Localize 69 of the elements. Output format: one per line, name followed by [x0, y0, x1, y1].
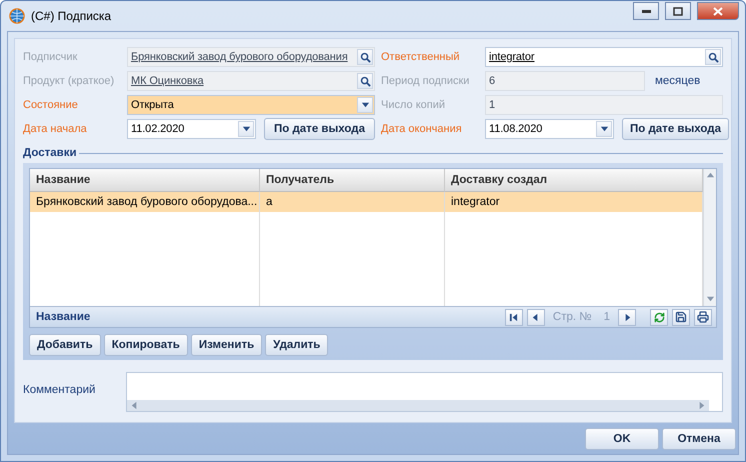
toolbar-button[interactable]: Копировать	[104, 334, 188, 356]
field-label: Продукт (краткое)	[23, 75, 116, 87]
field-label: Число копий	[381, 99, 446, 111]
refresh-icon	[654, 312, 664, 322]
scroll-right-icon	[697, 401, 706, 410]
toolbar-button[interactable]: Изменить	[190, 334, 262, 356]
unit-label: месяцев	[654, 75, 702, 87]
globe-icon	[9, 8, 25, 24]
minimize-icon	[642, 10, 650, 12]
printer-icon	[697, 311, 709, 323]
search-icon	[360, 52, 370, 62]
table-cell[interactable]: Брянковский завод бурового оборудова...	[30, 192, 260, 212]
input-field[interactable]: integrator	[485, 47, 723, 67]
field-label: Подписчик	[23, 51, 78, 63]
field-label: Ответственный	[381, 51, 461, 63]
by-issue-date-button[interactable]: По дате выхода	[264, 118, 375, 140]
maximize-icon	[673, 6, 683, 16]
horizontal-scrollbar[interactable]	[127, 400, 709, 411]
close-button[interactable]	[697, 2, 739, 20]
scrollbar[interactable]	[703, 169, 716, 306]
print-button[interactable]	[694, 308, 712, 326]
scroll-left-icon	[130, 401, 139, 410]
ok-button[interactable]: OK	[585, 428, 659, 450]
field-label: Период подписки	[381, 75, 470, 87]
next-page-button[interactable]	[618, 308, 636, 326]
toolbar-button[interactable]: Удалить	[265, 334, 328, 356]
caret-icon	[360, 100, 370, 110]
search-icon	[708, 52, 718, 62]
caret-icon	[242, 124, 250, 134]
comment-label: Комментарий	[23, 383, 96, 396]
minimize-button[interactable]	[633, 2, 659, 20]
save-icon	[675, 311, 687, 323]
scroll-up-icon	[706, 171, 714, 180]
date-field[interactable]: 11.02.2020	[127, 119, 256, 139]
column-header[interactable]: Название	[30, 169, 260, 192]
page-number: 1	[602, 311, 611, 323]
maximize-button[interactable]	[665, 2, 691, 20]
dropdown-button[interactable]	[596, 121, 612, 137]
refresh-button[interactable]	[650, 308, 668, 326]
page-label: Стр. №	[552, 311, 593, 323]
column-header[interactable]: Доставку создал	[445, 169, 703, 192]
dropdown-field[interactable]: Открыта	[127, 95, 375, 115]
comment-field[interactable]	[126, 372, 723, 412]
window-title: (C#) Подписка	[31, 9, 112, 23]
close-icon	[713, 6, 723, 16]
save-button[interactable]	[672, 308, 690, 326]
search-button[interactable]	[705, 49, 721, 65]
field-label: Состояние	[23, 99, 79, 111]
scroll-down-icon	[706, 295, 714, 304]
field-label: Дата окончания	[381, 123, 463, 135]
table-cell[interactable]: a	[260, 192, 445, 212]
right-icon	[622, 312, 632, 322]
first-page-icon	[509, 312, 518, 322]
footer-label: Название	[36, 311, 92, 323]
previous-page-button[interactable]	[526, 308, 545, 326]
dropdown-button[interactable]	[238, 121, 254, 137]
table-cell[interactable]: integrator	[445, 192, 703, 212]
toolbar-button[interactable]: Добавить	[29, 334, 101, 356]
left-icon	[531, 312, 540, 322]
search-icon	[360, 76, 370, 86]
field-label: Дата начала	[23, 123, 88, 135]
cancel-button[interactable]: Отмена	[662, 428, 736, 450]
first-page-button[interactable]	[504, 308, 523, 326]
section-title: Доставки	[23, 147, 77, 159]
dropdown-button[interactable]	[357, 97, 373, 113]
caret-icon	[600, 124, 608, 134]
column-header[interactable]: Получатель	[260, 169, 445, 192]
date-field[interactable]: 11.08.2020	[485, 119, 614, 139]
by-issue-date-button[interactable]: По дате выхода	[622, 118, 729, 140]
